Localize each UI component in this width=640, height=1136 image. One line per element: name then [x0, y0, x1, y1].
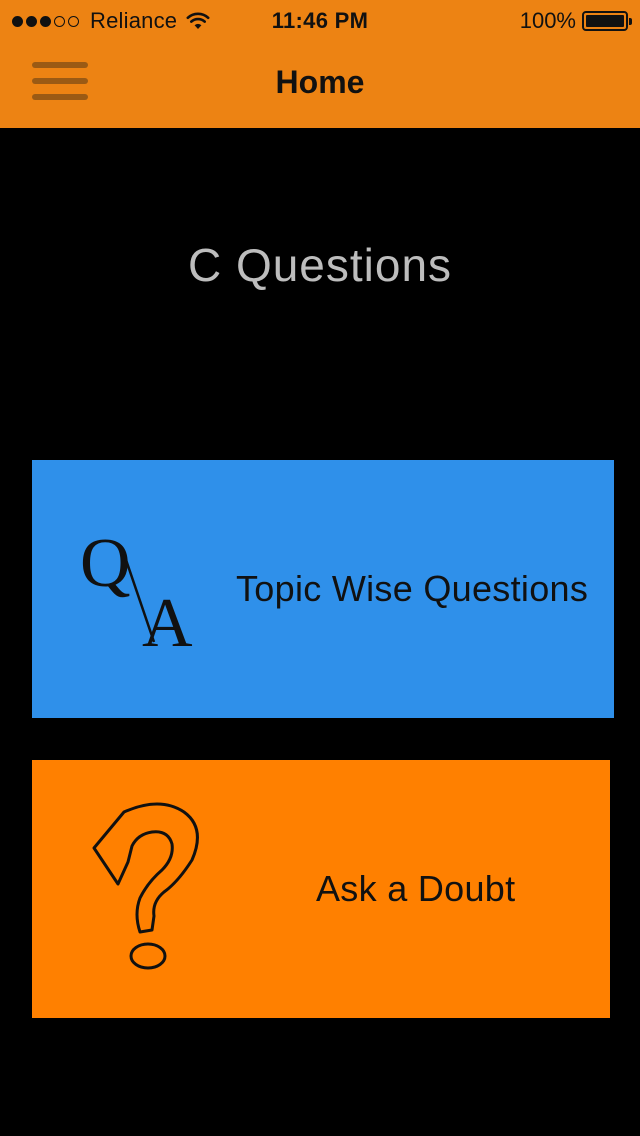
- ask-a-doubt-label: Ask a Doubt: [316, 868, 516, 909]
- nav-bar: Home: [0, 40, 640, 128]
- section-heading: C Questions: [187, 239, 453, 291]
- ask-a-doubt-button[interactable]: Ask a Doubt: [32, 760, 610, 1018]
- page-title: Home: [275, 64, 365, 100]
- battery-fill: [586, 15, 624, 27]
- question-mark-icon: [88, 798, 208, 978]
- svg-text:Q: Q: [80, 525, 131, 602]
- topic-wise-questions-label: Topic Wise Questions: [236, 568, 589, 609]
- status-bar: Reliance 11:46 PM 100%: [0, 0, 640, 40]
- battery-percentage: 100%: [519, 8, 576, 33]
- header: Reliance 11:46 PM 100% Home: [0, 0, 640, 128]
- battery-icon: [582, 11, 632, 31]
- topic-wise-questions-button[interactable]: Q A Topic Wise Questions: [32, 460, 614, 718]
- qa-icon: Q A: [78, 524, 208, 662]
- app-screen: Reliance 11:46 PM 100% Home C Questions …: [0, 0, 640, 1136]
- battery-nub: [629, 18, 632, 25]
- svg-text:A: A: [142, 585, 193, 654]
- status-right: 100%: [519, 8, 632, 34]
